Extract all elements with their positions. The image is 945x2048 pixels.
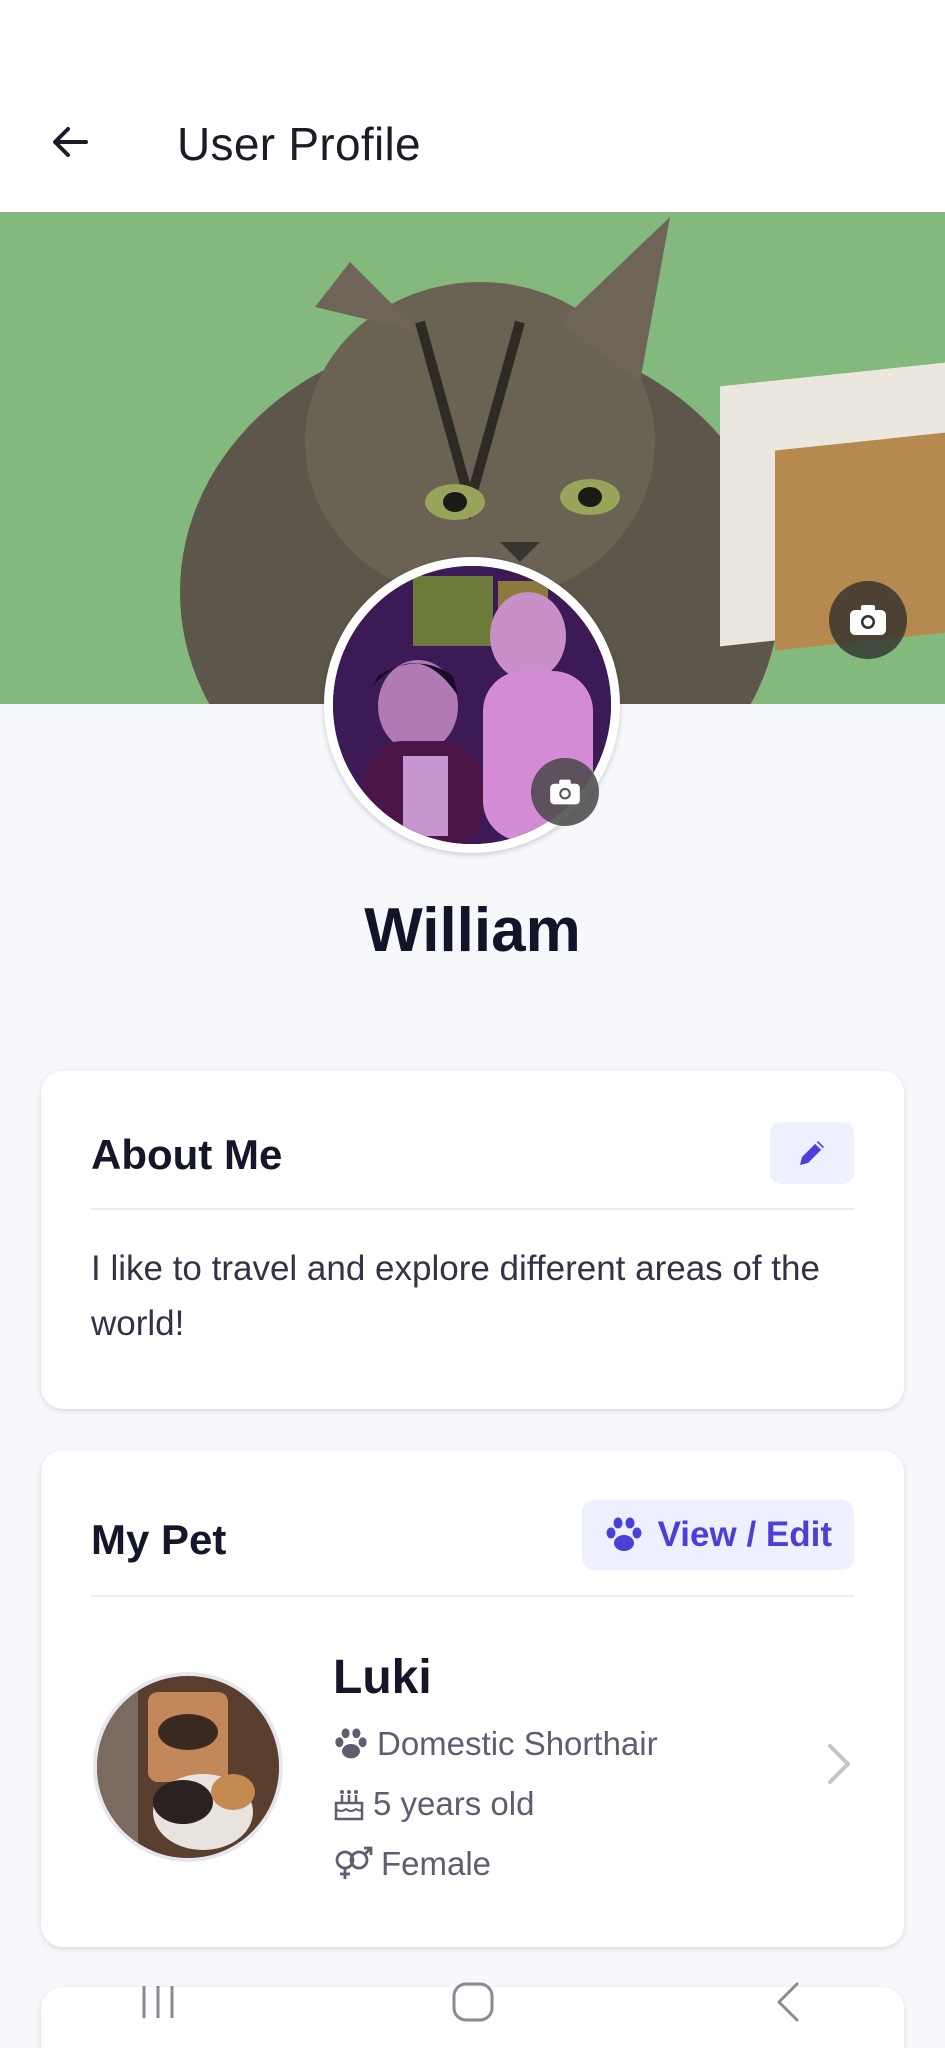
user-name: William bbox=[364, 896, 581, 965]
chevron-right-icon bbox=[828, 1744, 850, 1784]
my-pet-card: My Pet View / Edit Luki Domestic Shortha… bbox=[41, 1450, 904, 1947]
pet-age: 5 years old bbox=[373, 1785, 535, 1822]
camera-icon bbox=[550, 779, 580, 805]
arrow-left-icon bbox=[53, 127, 88, 157]
about-me-text: I like to travel and explore different a… bbox=[91, 1249, 820, 1343]
back-icon bbox=[777, 1982, 798, 2021]
home-button[interactable] bbox=[413, 1962, 533, 2042]
about-divider bbox=[91, 1208, 854, 1210]
camera-icon bbox=[850, 605, 886, 635]
pet-detail-chevron[interactable] bbox=[824, 1742, 854, 1791]
pet-photo[interactable] bbox=[93, 1672, 283, 1862]
paw-icon bbox=[606, 1517, 642, 1551]
pet-name: Luki bbox=[333, 1651, 432, 1704]
back-button[interactable] bbox=[40, 112, 100, 172]
recent-apps-button[interactable] bbox=[98, 1962, 218, 2042]
pet-breed: Domestic Shorthair bbox=[377, 1725, 658, 1762]
system-nav-bar bbox=[0, 1955, 945, 2048]
pencil-icon bbox=[800, 1141, 824, 1165]
avatar-camera-button[interactable] bbox=[531, 758, 599, 826]
paw-icon bbox=[335, 1728, 367, 1759]
view-edit-label: View / Edit bbox=[657, 1515, 832, 1554]
pet-breed-row: Domestic Shorthair bbox=[333, 1725, 658, 1763]
edit-about-button[interactable] bbox=[770, 1122, 854, 1184]
recent-apps-icon bbox=[142, 1985, 173, 2018]
pet-gender-row: Female bbox=[333, 1845, 491, 1883]
user-profile-screen: User Profile William About Me I like to … bbox=[0, 0, 945, 2048]
home-icon bbox=[452, 1982, 493, 2021]
view-edit-pet-button[interactable]: View / Edit bbox=[581, 1500, 854, 1570]
about-me-title: About Me bbox=[91, 1131, 283, 1178]
pet-divider bbox=[91, 1595, 854, 1597]
app-header: User Profile bbox=[0, 0, 945, 212]
cover-camera-button[interactable] bbox=[829, 581, 907, 659]
about-me-card: About Me I like to travel and explore di… bbox=[41, 1071, 904, 1409]
system-back-button[interactable] bbox=[728, 1962, 848, 2042]
pet-gender: Female bbox=[381, 1845, 492, 1882]
my-pet-title: My Pet bbox=[91, 1516, 227, 1563]
page-title: User Profile bbox=[177, 118, 421, 170]
gender-icon bbox=[335, 1846, 373, 1879]
pet-age-row: 5 years old bbox=[333, 1785, 534, 1823]
birthday-cake-icon bbox=[334, 1790, 364, 1821]
